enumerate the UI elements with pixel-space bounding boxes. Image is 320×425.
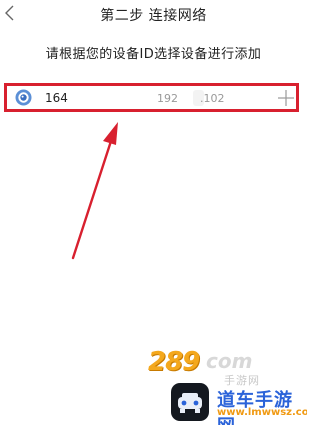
device-id: 164 xyxy=(45,91,68,105)
instruction-text: 请根据您的设备ID选择设备进行添加 xyxy=(45,47,262,62)
watermark-url: www.lmwwsz.com xyxy=(217,407,307,418)
watermark-brand: 道车手游网 xyxy=(217,390,293,425)
device-list-item[interactable]: 164 192 .102 xyxy=(4,83,299,112)
device-ip-part: .102 xyxy=(200,92,225,105)
watermark-logo-number: 289 xyxy=(148,347,200,377)
watermark: 289 com 手游网 道车手游网 www.lmwwsz.com xyxy=(148,347,307,425)
watermark-logo-suffix: com xyxy=(206,349,253,373)
camera-icon xyxy=(15,89,32,106)
watermark-app-icon xyxy=(171,383,209,421)
device-ip-part: 192 xyxy=(157,92,178,105)
top-bar: 第二步 连接网络 xyxy=(0,0,307,30)
screen: 第二步 连接网络 请根据您的设备ID选择设备进行添加 164 192 .102 … xyxy=(0,0,307,425)
add-device-button[interactable] xyxy=(277,89,295,107)
plus-icon xyxy=(278,90,294,106)
page-title: 第二步 连接网络 xyxy=(100,8,207,24)
